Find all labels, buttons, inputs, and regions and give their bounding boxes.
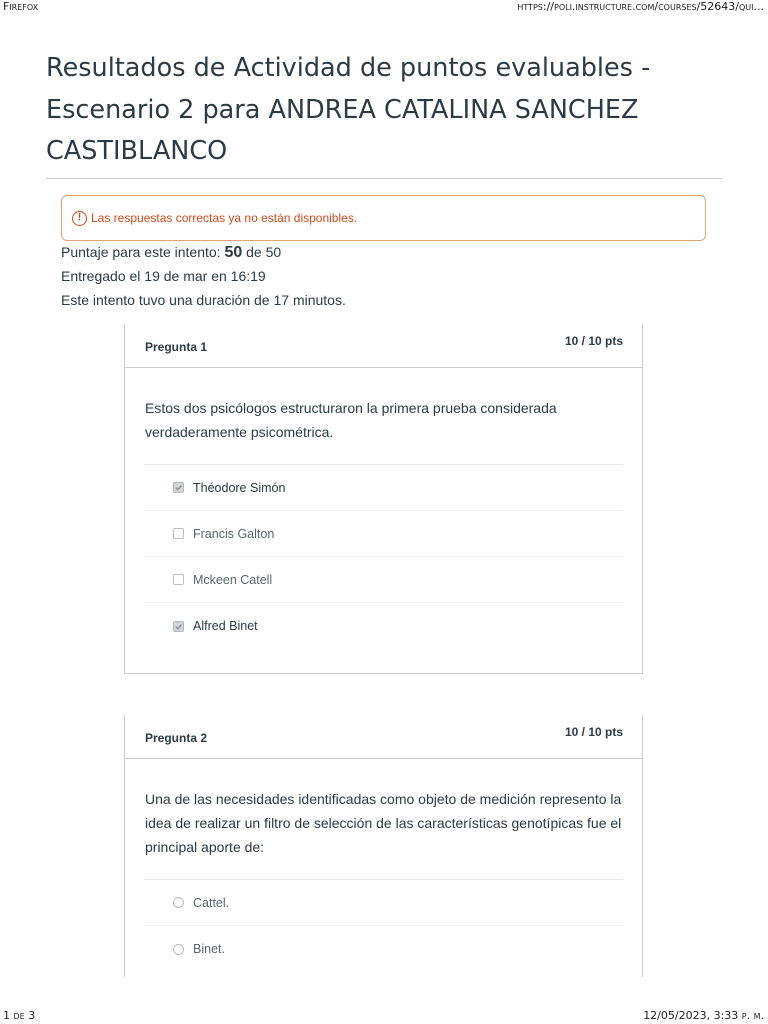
score-of: de 50 (246, 244, 282, 260)
radio-button-icon[interactable] (173, 897, 184, 908)
attempt-duration: Este intento tuvo una duración de 17 min… (61, 292, 346, 308)
question-name: Pregunta 2 (145, 731, 208, 745)
print-footer-page: 1 de 3 (3, 1009, 36, 1022)
question-header: Pregunta 1 10 / 10 pts (125, 324, 642, 368)
question-name: Pregunta 1 (145, 340, 208, 354)
answer-label: Théodore Simón (193, 480, 286, 495)
radio-button-icon[interactable] (173, 943, 184, 955)
question-card: Pregunta 2 10 / 10 pts Una de las necesi… (124, 715, 643, 977)
score-label: Puntaje para este intento: (61, 244, 221, 260)
answer-option[interactable]: Alfred Binet (144, 603, 623, 649)
page-title: Resultados de Actividad de puntos evalua… (46, 53, 651, 166)
answer-option[interactable]: Mckeen Catell (144, 557, 623, 603)
answer-label: Binet. (193, 942, 225, 956)
alert-banner: ! Las respuestas correctas ya no están d… (61, 195, 706, 241)
attempt-score: Puntaje para este intento: 50 de 50 (61, 244, 281, 262)
answer-label: Francis Galton (193, 526, 275, 541)
attempt-submitted: Entregado el 19 de mar en 16:19 (61, 268, 266, 284)
question-points: 10 / 10 pts (564, 725, 623, 739)
answer-label: Alfred Binet (193, 619, 258, 633)
answer-option[interactable]: Cattel. (144, 880, 623, 926)
answer-label: Cattel. (193, 895, 230, 910)
print-header-url[interactable]: https://poli.instructure.com/courses/526… (517, 0, 764, 13)
score-value: 50 (224, 244, 243, 261)
exclamation-circle-icon: ! (72, 210, 87, 226)
print-header-browser: Firefox (3, 0, 39, 13)
answer-option[interactable]: Binet. (144, 926, 623, 972)
checked-checkbox-icon[interactable] (173, 482, 184, 493)
question-header: Pregunta 2 10 / 10 pts (125, 715, 642, 759)
print-footer-datetime: 12/05/2023, 3:33 p. m. (643, 1009, 764, 1022)
question-card: Pregunta 1 10 / 10 pts Estos dos psicólo… (124, 324, 643, 674)
question-text: Una de las necesidades identificadas com… (145, 791, 622, 855)
answer-list: Théodore Simón Francis Galton Mckeen Cat… (144, 464, 623, 649)
checked-checkbox-icon[interactable] (173, 620, 184, 632)
question-text: Estos dos psicólogos estructuraron la pr… (145, 400, 557, 440)
question-points: 10 / 10 pts (564, 334, 623, 348)
printed-page: Firefox https://poli.instructure.com/cou… (0, 0, 768, 1024)
title-divider (46, 178, 723, 179)
answer-option[interactable]: Francis Galton (144, 511, 623, 557)
alert-text: Las respuestas correctas ya no están dis… (91, 211, 358, 225)
checkbox-icon[interactable] (173, 528, 184, 539)
answer-option[interactable]: Théodore Simón (144, 465, 623, 511)
answer-list: Cattel. Binet. (144, 879, 623, 972)
checkbox-icon[interactable] (173, 574, 184, 585)
answer-label: Mckeen Catell (193, 572, 273, 587)
